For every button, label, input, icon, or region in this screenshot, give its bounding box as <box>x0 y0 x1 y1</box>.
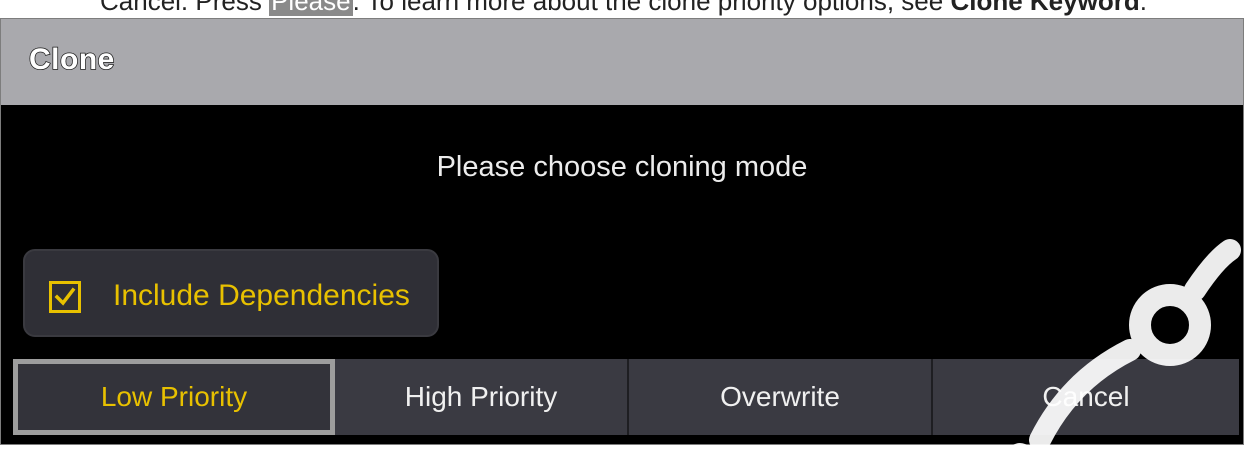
doc-text-highlight: Please <box>269 0 353 16</box>
doc-text-middle: . To learn more about the clone priority… <box>352 0 951 16</box>
include-dependencies-checkbox[interactable]: Include Dependencies <box>23 249 439 337</box>
document-text-line: Cancel. Press Please. To learn more abou… <box>100 0 1244 16</box>
cancel-button[interactable]: Cancel <box>933 359 1239 435</box>
dialog-message: Please choose cloning mode <box>436 151 808 183</box>
doc-link-clone-keyword[interactable]: Clone Keyword <box>950 0 1139 16</box>
button-row: Low Priority High Priority Overwrite Can… <box>13 359 1239 439</box>
high-priority-button[interactable]: High Priority <box>335 359 627 435</box>
high-priority-label: High Priority <box>404 381 558 412</box>
doc-text-before: Cancel. Press <box>100 0 270 16</box>
overwrite-button[interactable]: Overwrite <box>629 359 931 435</box>
dialog-title: Clone <box>28 42 115 77</box>
cancel-label: Cancel <box>1042 381 1130 412</box>
low-priority-button[interactable]: Low Priority <box>13 359 335 435</box>
checkmark-icon <box>54 287 76 306</box>
page: Cancel. Press Please. To learn more abou… <box>0 0 1244 467</box>
doc-text-after: . <box>1139 0 1147 16</box>
clone-dialog: Clone Please choose cloning mode Include… <box>0 18 1244 445</box>
low-priority-label: Low Priority <box>100 381 248 412</box>
checkbox-label: Include Dependencies <box>113 279 410 312</box>
overwrite-label: Overwrite <box>720 381 840 412</box>
dialog-title-bar: Clone <box>1 19 1243 105</box>
checkbox-box[interactable] <box>49 281 81 313</box>
